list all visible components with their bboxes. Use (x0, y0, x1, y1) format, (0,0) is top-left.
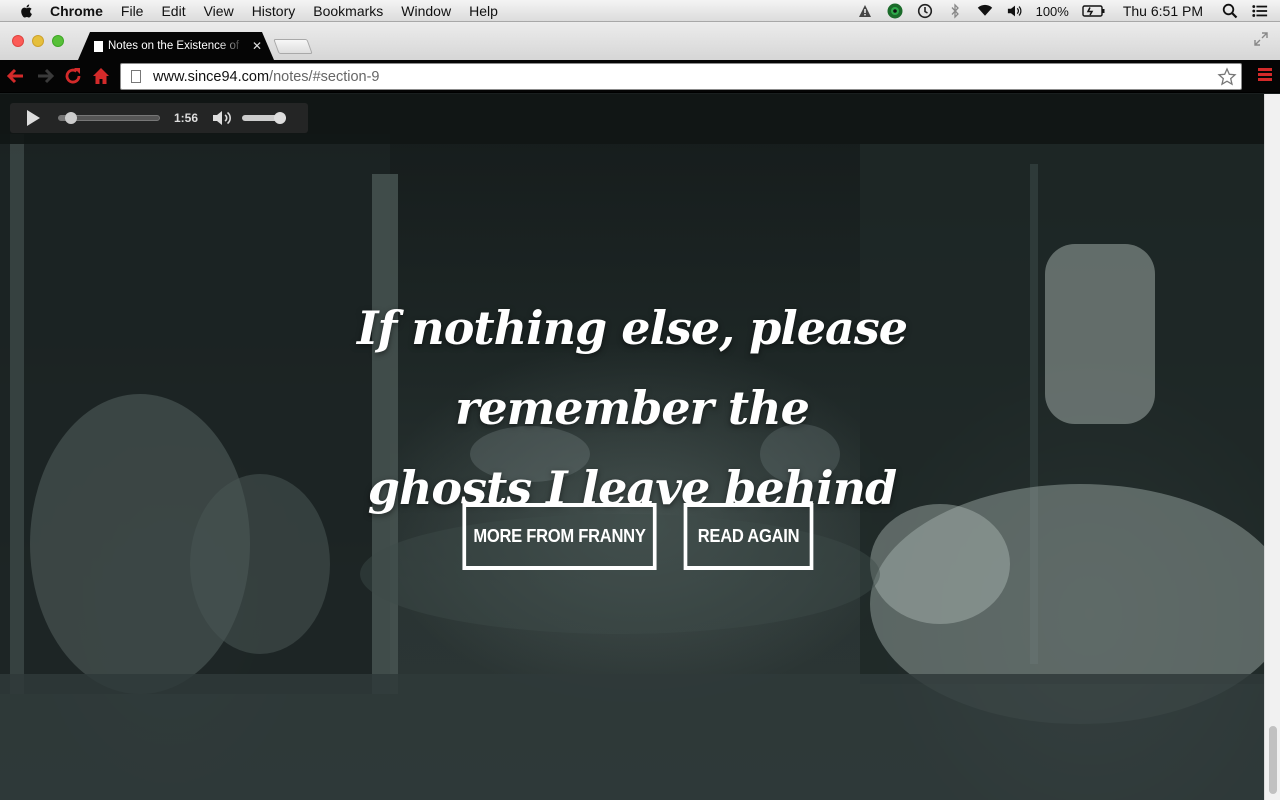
hero-quote: If nothing else, please remember the gho… (232, 288, 1032, 528)
chrome-menu-icon[interactable] (1258, 68, 1272, 84)
menu-extras: 100% Thu 6:51 PM (850, 0, 1280, 22)
menu-edit[interactable]: Edit (161, 3, 185, 19)
spotlight-icon[interactable] (1222, 3, 1238, 19)
scrollbar-thumb[interactable] (1269, 726, 1277, 794)
quote-line-1: If nothing else, please remember the (356, 301, 908, 435)
tab-page-icon (94, 41, 103, 52)
volume-knob[interactable] (274, 112, 287, 124)
mac-menu-bar: Chrome File Edit View History Bookmarks … (0, 0, 1280, 22)
page-scrollbar[interactable] (1264, 94, 1280, 800)
battery-percentage: 100% (1035, 3, 1069, 19)
tab-title: Notes on the Existence of (108, 40, 240, 52)
menu-bookmarks[interactable]: Bookmarks (313, 3, 383, 19)
more-from-franny-button[interactable]: MORE FROM FRANNY (462, 503, 657, 570)
fullscreen-icon[interactable] (1254, 32, 1268, 46)
menu-view[interactable]: View (204, 3, 234, 19)
browser-tab-strip: Notes on the Existence of ✕ (0, 22, 1280, 60)
battery-icon[interactable] (1082, 3, 1106, 19)
alert-icon[interactable] (857, 3, 873, 19)
window-zoom-button[interactable] (52, 35, 64, 47)
bluetooth-icon[interactable] (947, 3, 963, 19)
volume-icon[interactable] (212, 109, 234, 127)
audio-player: 1:56 (10, 103, 308, 133)
bookmark-star-icon[interactable] (1217, 67, 1237, 87)
browser-tab-active[interactable]: Notes on the Existence of ✕ (78, 32, 274, 60)
address-bar[interactable]: www.since94.com/notes/#section-9 (120, 63, 1242, 90)
page-icon (131, 70, 141, 83)
tab-close-icon[interactable]: ✕ (252, 39, 262, 53)
home-button[interactable] (91, 67, 111, 85)
globe-icon[interactable] (887, 3, 903, 19)
progress-slider[interactable] (58, 112, 160, 124)
volume-slider[interactable] (242, 112, 287, 124)
menu-history[interactable]: History (252, 3, 296, 19)
reload-button[interactable] (63, 67, 83, 85)
app-menu-chrome[interactable]: Chrome (50, 3, 103, 19)
wifi-icon[interactable] (977, 3, 993, 19)
url-host: www.since94.com (153, 68, 270, 85)
notification-center-icon[interactable] (1252, 3, 1268, 19)
forward-button[interactable] (35, 67, 55, 85)
menu-file[interactable]: File (121, 3, 144, 19)
menu-help[interactable]: Help (469, 3, 498, 19)
back-button[interactable] (6, 67, 26, 85)
play-icon[interactable] (24, 109, 42, 127)
menu-window[interactable]: Window (401, 3, 451, 19)
url-path: /notes/#section-9 (269, 68, 380, 85)
playback-time: 1:56 (174, 111, 199, 125)
apple-menu-icon[interactable] (18, 2, 36, 20)
volume-icon[interactable] (1007, 3, 1023, 19)
progress-knob[interactable] (65, 112, 78, 124)
time-machine-icon[interactable] (917, 3, 933, 19)
read-again-button[interactable]: READ AGAIN (683, 503, 814, 570)
menu-clock[interactable]: Thu 6:51 PM (1123, 3, 1203, 19)
window-minimize-button[interactable] (32, 35, 44, 47)
page-viewport: 1:56 If nothing else, please remember th… (0, 94, 1264, 800)
window-close-button[interactable] (12, 35, 24, 47)
new-tab-button[interactable] (273, 39, 313, 54)
browser-toolbar: www.since94.com/notes/#section-9 (0, 60, 1280, 93)
